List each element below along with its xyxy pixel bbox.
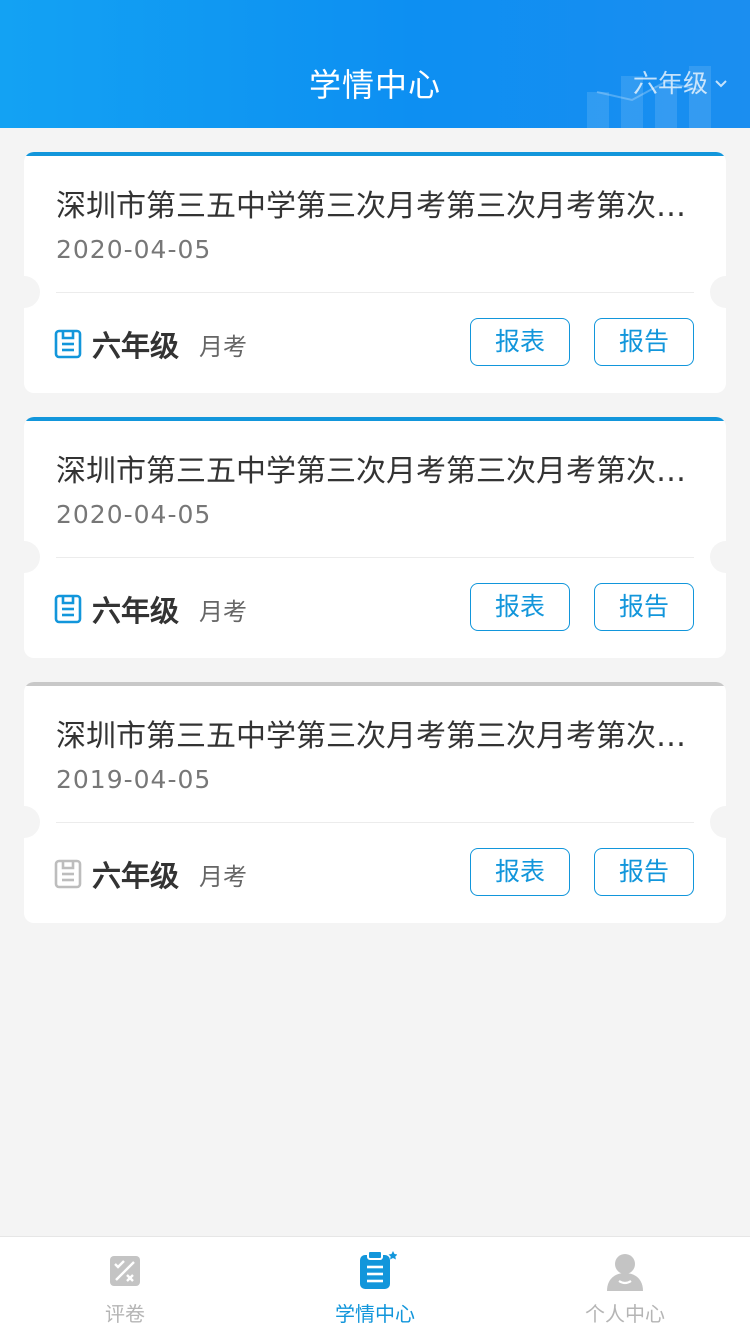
- card-accent-bar: [24, 682, 726, 686]
- report-table-button[interactable]: 报表: [470, 583, 570, 631]
- report-button[interactable]: 报告: [594, 848, 694, 896]
- clipboard-list-icon: [360, 1250, 397, 1289]
- card-accent-bar: [24, 417, 726, 421]
- exam-date: 2020-04-05: [56, 235, 212, 264]
- bottom-tab-bar: 评卷 学情中心 个人中心: [0, 1236, 750, 1334]
- card-divider: [56, 292, 694, 293]
- app-header: 学情中心 六年级: [0, 0, 750, 128]
- card-divider: [56, 557, 694, 558]
- exam-type: 月考: [199, 862, 248, 891]
- card-notch-left: [24, 541, 40, 573]
- clipboard-icon: [54, 594, 82, 624]
- card-notch-right: [710, 806, 726, 838]
- exam-type: 月考: [199, 597, 248, 626]
- card-accent-bar: [24, 152, 726, 156]
- exam-card[interactable]: 深圳市第三五中学第三次月考第三次月考第次月考 2020-04-05 六年级 月考…: [24, 417, 726, 658]
- report-button[interactable]: 报告: [594, 318, 694, 366]
- exam-grade: 六年级: [92, 594, 180, 628]
- exam-name: 深圳市第三五中学第三次月考第三次月考第次月考: [56, 454, 696, 489]
- clipboard-icon: [54, 329, 82, 359]
- exam-meta: 六年级 月考: [54, 322, 247, 366]
- card-notch-left: [24, 806, 40, 838]
- card-divider: [56, 822, 694, 823]
- exam-date: 2019-04-05: [56, 765, 212, 794]
- exam-date: 2020-04-05: [56, 500, 212, 529]
- exam-card[interactable]: 深圳市第三五中学第三次月考第三次月考第次月考 2019-04-05 六年级 月考…: [24, 682, 726, 923]
- chevron-down-icon: [715, 80, 727, 88]
- exam-meta: 六年级 月考: [54, 587, 247, 631]
- tab-personal-center[interactable]: 个人中心: [500, 1237, 750, 1334]
- exam-grade: 六年级: [92, 329, 180, 363]
- exam-card[interactable]: 深圳市第三五中学第三次月考第三次月考第次月考 2020-04-05 六年级 月考…: [24, 152, 726, 393]
- exam-type: 月考: [199, 332, 248, 361]
- card-notch-right: [710, 541, 726, 573]
- tab-grading[interactable]: 评卷: [0, 1237, 250, 1334]
- exam-meta: 六年级 月考: [54, 852, 247, 896]
- tab-learning-center[interactable]: 学情中心: [250, 1237, 500, 1334]
- report-button[interactable]: 报告: [594, 583, 694, 631]
- card-notch-right: [710, 276, 726, 308]
- report-table-button[interactable]: 报表: [470, 318, 570, 366]
- exam-grade: 六年级: [92, 859, 180, 893]
- exam-name: 深圳市第三五中学第三次月考第三次月考第次月考: [56, 719, 696, 754]
- user-icon: [607, 1254, 643, 1291]
- tab-label: 评卷: [105, 1302, 145, 1326]
- tab-label: 个人中心: [585, 1302, 665, 1326]
- clipboard-icon: [54, 859, 82, 889]
- exam-list: 深圳市第三五中学第三次月考第三次月考第次月考 2020-04-05 六年级 月考…: [24, 152, 726, 947]
- grading-icon: [110, 1256, 140, 1286]
- grade-filter-dropdown[interactable]: 六年级: [633, 64, 728, 104]
- card-notch-left: [24, 276, 40, 308]
- tab-label: 学情中心: [335, 1302, 415, 1326]
- exam-name: 深圳市第三五中学第三次月考第三次月考第次月考: [56, 189, 696, 224]
- grade-filter-label: 六年级: [632, 69, 708, 98]
- report-table-button[interactable]: 报表: [470, 848, 570, 896]
